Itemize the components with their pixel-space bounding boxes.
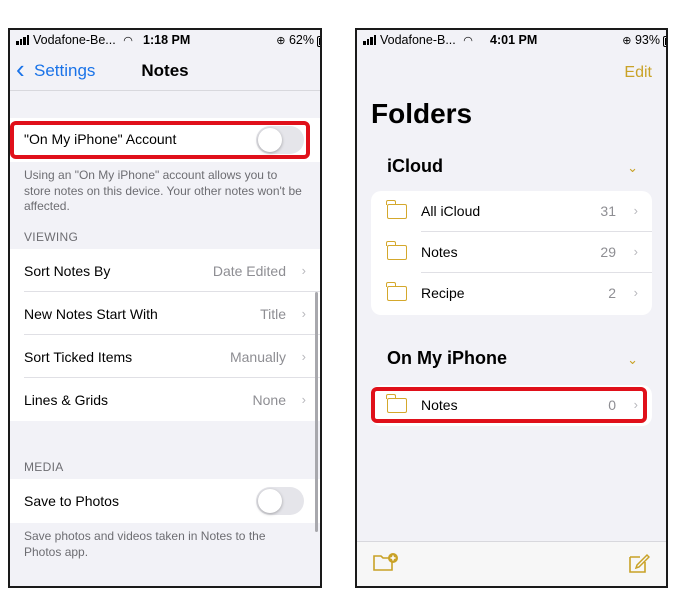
notes-settings-screen: Vodafone-Be... ◠ 1:18 PM ⊕ 62% ‹ Setting… xyxy=(8,28,322,588)
media-footnote: Save photos and videos taken in Notes to… xyxy=(24,529,266,559)
chevron-down-icon[interactable]: ⌄ xyxy=(627,352,638,368)
on-my-iphone-group-title[interactable]: On My iPhone xyxy=(387,348,507,369)
viewing-section: Sort Notes By Date Edited › New Notes St… xyxy=(10,249,320,421)
chevron-down-icon[interactable]: ⌄ xyxy=(627,160,638,176)
battery-group: ⊕ 93% xyxy=(622,33,666,47)
status-bar: Vodafone-Be... ◠ 1:18 PM ⊕ 62% xyxy=(10,30,320,52)
account-footnote: Using an "On My iPhone" account allows y… xyxy=(24,168,302,213)
new-folder-icon[interactable] xyxy=(373,552,399,572)
highlight-box xyxy=(371,387,647,423)
save-to-photos-label: Save to Photos xyxy=(24,493,119,509)
lines-and-grids-row[interactable]: Lines & Grids None › xyxy=(10,378,320,421)
bottom-toolbar xyxy=(357,541,666,586)
battery-group: ⊕ 62% xyxy=(276,33,320,47)
folder-name: Recipe xyxy=(421,285,465,301)
folder-icon xyxy=(386,282,407,301)
signal-icon xyxy=(16,35,30,45)
scrollbar[interactable] xyxy=(315,292,318,532)
row-value: Title xyxy=(260,306,286,322)
folder-row-notes[interactable]: Notes 29 › xyxy=(371,232,652,273)
row-label: New Notes Start With xyxy=(24,306,158,322)
battery-percent: 62% xyxy=(288,33,314,47)
media-section-header: MEDIA xyxy=(24,460,64,474)
carrier-name: Vodafone-B... xyxy=(380,33,456,47)
folder-row-recipe[interactable]: Recipe 2 › xyxy=(371,273,652,314)
folder-name: All iCloud xyxy=(421,203,481,219)
row-value: None xyxy=(252,392,286,408)
folder-name: Notes xyxy=(421,244,458,260)
row-label: Sort Notes By xyxy=(24,263,111,279)
status-bar: Vodafone-B... ◠ 4:01 PM ⊕ 93% xyxy=(357,30,666,52)
battery-percent: 93% xyxy=(634,33,660,47)
lock-rotation-icon: ⊕ xyxy=(622,35,632,47)
status-time: 4:01 PM xyxy=(490,33,538,47)
folder-icon xyxy=(386,200,407,219)
page-title: Notes xyxy=(141,61,189,80)
status-time: 1:18 PM xyxy=(143,33,191,47)
wifi-icon: ◠ xyxy=(463,35,473,47)
battery-icon xyxy=(317,36,320,47)
row-value: Date Edited xyxy=(212,263,286,279)
carrier-group: Vodafone-Be... ◠ xyxy=(16,33,133,47)
highlight-box xyxy=(10,121,310,159)
save-to-photos-toggle[interactable] xyxy=(256,487,304,515)
carrier-group: Vodafone-B... ◠ xyxy=(363,33,473,47)
row-label: Sort Ticked Items xyxy=(24,349,133,365)
page-title: Folders xyxy=(371,98,473,129)
icloud-folder-list: All iCloud 31 › Notes 29 › Recipe 2 › xyxy=(371,191,652,315)
signal-icon xyxy=(363,35,377,45)
chevron-right-icon: › xyxy=(633,285,638,300)
chevron-right-icon: › xyxy=(301,306,306,321)
icloud-group-title[interactable]: iCloud xyxy=(387,156,443,177)
row-label: Lines & Grids xyxy=(24,392,109,408)
folder-count: 29 xyxy=(600,244,616,260)
sort-ticked-items-row[interactable]: Sort Ticked Items Manually › xyxy=(10,335,320,378)
chevron-right-icon: › xyxy=(301,263,306,278)
battery-fill xyxy=(319,38,320,45)
lock-rotation-icon: ⊕ xyxy=(276,35,286,47)
folder-count: 2 xyxy=(608,285,616,301)
chevron-right-icon: › xyxy=(633,244,638,259)
save-to-photos-row: Save to Photos xyxy=(10,479,320,523)
row-value: Manually xyxy=(229,349,286,365)
chevron-right-icon: › xyxy=(301,349,306,364)
compose-icon[interactable] xyxy=(628,552,650,574)
chevron-right-icon: › xyxy=(301,392,306,407)
folder-row-all-icloud[interactable]: All iCloud 31 › xyxy=(371,191,652,232)
carrier-name: Vodafone-Be... xyxy=(33,33,116,47)
edit-button[interactable]: Edit xyxy=(624,64,652,82)
battery-fill xyxy=(665,38,666,45)
folder-icon xyxy=(386,241,407,260)
wifi-icon: ◠ xyxy=(123,35,133,47)
sort-notes-by-row[interactable]: Sort Notes By Date Edited › xyxy=(10,249,320,292)
folders-screen: Vodafone-B... ◠ 4:01 PM ⊕ 93% Edit Folde… xyxy=(355,28,668,588)
viewing-section-header: VIEWING xyxy=(24,230,79,244)
folder-count: 31 xyxy=(600,203,616,219)
battery-icon xyxy=(663,36,666,47)
new-notes-start-with-row[interactable]: New Notes Start With Title › xyxy=(10,292,320,335)
chevron-right-icon: › xyxy=(633,203,638,218)
navigation-bar: ‹ Settings Notes xyxy=(10,52,320,90)
